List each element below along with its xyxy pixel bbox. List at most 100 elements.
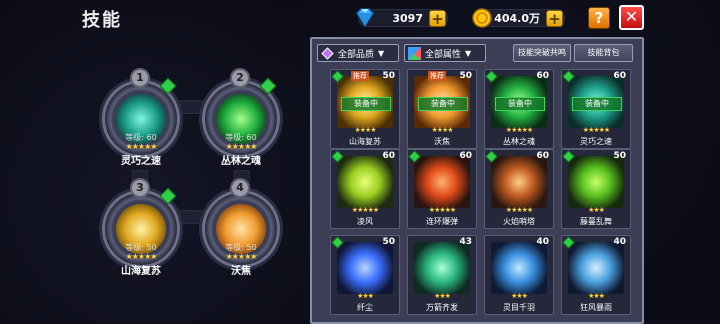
recommend-badge: 推荐	[428, 71, 446, 81]
skill-name: 凌风	[357, 217, 373, 226]
slot-stars: ★★★★★	[125, 142, 158, 151]
skill-card[interactable]: 60 装备中 ★★★★★ 丛林之魂	[484, 69, 554, 149]
skill-name: 连环爆弹	[426, 217, 458, 226]
page-title: 技能	[82, 10, 122, 31]
skill-level: 60	[459, 151, 472, 161]
equipped-badge: 装备中	[341, 97, 391, 111]
skill-card[interactable]: 60 装备中 ★★★★★ 灵巧之速	[561, 69, 631, 149]
skill-card[interactable]: 60 ★★★★★ 火焰哨塔	[484, 149, 554, 229]
skill-icon	[491, 156, 547, 208]
skill-name: 狂风暴雨	[580, 303, 612, 312]
coin-amount: 404.0万	[494, 12, 540, 25]
attribute-filter-label: 全部属性	[425, 49, 462, 60]
slot-stars: ★★★★★	[225, 142, 258, 151]
slot-skill-name: 沃焦	[231, 266, 251, 277]
skill-name: 藤蔓乱舞	[580, 217, 612, 226]
attribute-icon	[408, 47, 421, 60]
skill-level: 50	[382, 71, 395, 81]
equipped-slot-1[interactable]: 1 等级: 60 ★★★★★ 灵巧之速	[94, 66, 190, 176]
slot-skill-name: 灵巧之速	[121, 156, 161, 167]
skill-icon	[568, 156, 624, 208]
skill-name: 山海复苏	[349, 137, 381, 146]
skill-level: 40	[613, 237, 626, 247]
skill-icon	[491, 242, 547, 294]
skill-card[interactable]: 60 ★★★★★ 连环爆弹	[407, 149, 477, 229]
skill-stars: ★★★	[588, 206, 605, 214]
skill-stars: ★★★★★	[582, 126, 610, 134]
slot-skill-name: 丛林之魂	[221, 156, 261, 167]
gem-counter: 3097 +	[356, 8, 448, 28]
skill-card[interactable]: 50 ★★★ 藤蔓乱舞	[561, 149, 631, 229]
skill-stars: ★★★	[434, 292, 451, 300]
skill-icon	[414, 156, 470, 208]
recommend-badge: 推荐	[351, 71, 369, 81]
skill-card[interactable]: 40 ★★★ 灵目千羽	[484, 235, 554, 315]
coin-icon	[472, 8, 492, 28]
gem-amount: 3097	[392, 11, 423, 25]
diamond-icon	[356, 8, 374, 28]
skill-card[interactable]: 60 ★★★★★ 凌风	[330, 149, 400, 229]
skill-stars: ★★★★	[431, 126, 453, 134]
slot-stars: ★★★★★	[125, 252, 158, 261]
skill-stars: ★★★★★	[505, 206, 533, 214]
equipped-slot-2[interactable]: 2 等级: 60 ★★★★★ 丛林之魂	[194, 66, 290, 176]
close-button[interactable]: ✕	[619, 5, 644, 30]
skill-name: 灵巧之速	[580, 137, 612, 146]
skill-stars: ★★★	[357, 292, 374, 300]
skill-icon	[568, 242, 624, 294]
skill-stars: ★★★★★	[351, 206, 379, 214]
skill-name: 丛林之魂	[503, 137, 535, 146]
skill-stars: ★★★★	[354, 126, 376, 134]
skill-level: 60	[536, 71, 549, 81]
skill-icon	[337, 242, 393, 294]
skill-level: 50	[459, 71, 472, 81]
skill-level: 40	[536, 237, 549, 247]
skill-inventory-panel: 全部品质 ▼ 全部属性 ▼ 技能突破共鸣 技能背包 推荐 50 装备中 ★★★★ 山海复…	[310, 37, 644, 324]
skill-level: 50	[382, 237, 395, 247]
coin-counter: 404.0万 +	[472, 8, 565, 28]
skill-icon	[414, 242, 470, 294]
skill-card[interactable]: 推荐 50 装备中 ★★★★ 山海复苏	[330, 69, 400, 149]
skill-name: 沃焦	[434, 137, 450, 146]
skill-level: 43	[459, 237, 472, 247]
skill-name: 火焰哨塔	[503, 217, 535, 226]
equipped-slot-3[interactable]: 3 等级: 50 ★★★★★ 山海复苏	[94, 176, 190, 286]
equipped-badge: 装备中	[418, 97, 468, 111]
skill-level: 60	[536, 151, 549, 161]
quality-gem-icon	[321, 47, 334, 60]
skill-name: 纤尘	[357, 303, 373, 312]
skill-level: 50	[613, 151, 626, 161]
slot-skill-name: 山海复苏	[121, 266, 161, 277]
skill-card[interactable]: 40 ★★★ 狂风暴雨	[561, 235, 631, 315]
quality-filter-label: 全部品质	[338, 49, 375, 60]
skill-stars: ★★★★★	[428, 206, 456, 214]
skill-stars: ★★★	[588, 292, 605, 300]
skill-card[interactable]: 50 ★★★ 纤尘	[330, 235, 400, 315]
skill-stars: ★★★★★	[505, 126, 533, 134]
skill-breakthrough-button[interactable]: 技能突破共鸣	[513, 44, 571, 62]
chevron-down-icon: ▼	[465, 48, 472, 58]
attribute-filter-dropdown[interactable]: 全部属性 ▼	[404, 44, 486, 62]
skill-icon	[337, 156, 393, 208]
skill-level: 60	[382, 151, 395, 161]
add-gems-button[interactable]: +	[429, 10, 446, 27]
equipped-slot-4[interactable]: 4 等级: 50 ★★★★★ 沃焦	[194, 176, 290, 286]
quality-filter-dropdown[interactable]: 全部品质 ▼	[317, 44, 399, 62]
slot-stars: ★★★★★	[225, 252, 258, 261]
add-coins-button[interactable]: +	[546, 10, 563, 27]
help-button[interactable]: ?	[588, 7, 610, 29]
skill-card[interactable]: 推荐 50 装备中 ★★★★ 沃焦	[407, 69, 477, 149]
slot-number: 1	[130, 68, 150, 88]
slot-number: 4	[230, 178, 250, 198]
slot-number: 2	[230, 68, 250, 88]
chevron-down-icon: ▼	[378, 48, 385, 58]
skill-name: 万箭齐发	[426, 303, 458, 312]
skill-card[interactable]: 43 ★★★ 万箭齐发	[407, 235, 477, 315]
slot-number: 3	[130, 178, 150, 198]
equipped-badge: 装备中	[495, 97, 545, 111]
skill-bag-button[interactable]: 技能背包	[574, 44, 633, 62]
skill-name: 灵目千羽	[503, 303, 535, 312]
equipped-badge: 装备中	[572, 97, 622, 111]
skill-stars: ★★★	[511, 292, 528, 300]
skill-level: 60	[613, 71, 626, 81]
